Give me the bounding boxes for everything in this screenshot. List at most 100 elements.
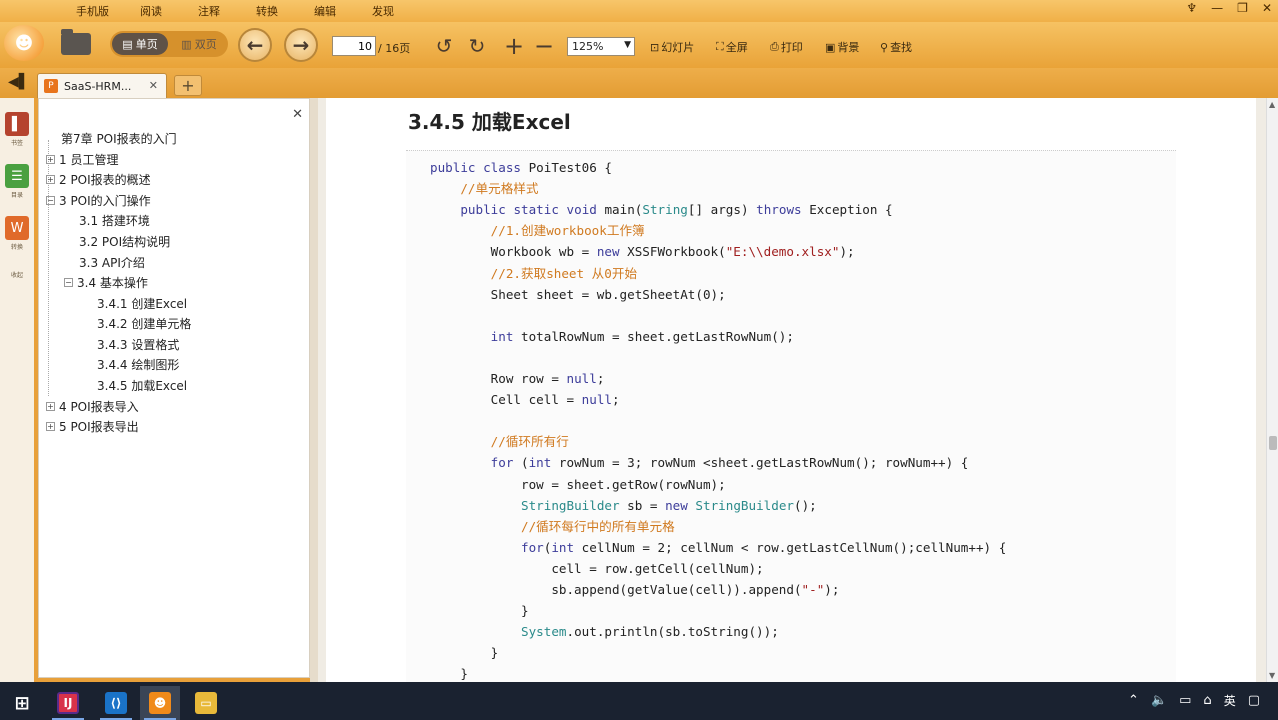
tab-close-icon[interactable]: ✕ (149, 79, 158, 92)
toc-item[interactable]: 3.4.1 创建Excel (97, 296, 187, 312)
battery-icon[interactable]: ▭ (1179, 693, 1191, 708)
tab-bar: ◀▌ P SaaS-HRM... ✕ + (0, 68, 1278, 98)
next-page-button[interactable]: → (284, 28, 318, 62)
fullscreen-button[interactable]: ⛶ 全屏 (716, 39, 748, 55)
expand-icon[interactable]: + (46, 422, 55, 431)
menu-mobile[interactable]: 手机版 (76, 3, 109, 19)
toolbar: ☻ ▤ 单页 ▥ 双页 ← → / 16页 ↺ ↻ + − 125% ▼ ⊡ 幻… (0, 22, 1278, 68)
bookmark-icon: ▌ (5, 112, 29, 136)
sidebar-collapse-label: 收起 (10, 272, 23, 279)
panel-splitter[interactable] (310, 98, 318, 682)
chevron-up-icon[interactable]: ⌃ (1128, 693, 1139, 708)
menu-edit[interactable]: 编辑 (314, 3, 336, 19)
rotate-right-button[interactable]: ↻ (465, 34, 489, 58)
volume-icon[interactable]: 🔈 (1151, 693, 1167, 708)
toc-item[interactable]: +1 员工管理 (46, 152, 118, 168)
document-view[interactable]: 3.4.5 加载Excel public class PoiTest06 { /… (318, 98, 1266, 682)
close-icon[interactable]: ✕ (1262, 1, 1272, 19)
toc-item-label: 1 员工管理 (59, 153, 119, 167)
single-page-button[interactable]: ▤ 单页 (112, 33, 168, 55)
code-line: //循环所有行 (490, 434, 569, 450)
menu-read[interactable]: 阅读 (140, 3, 162, 19)
toc-item-label: 3.3 API介绍 (79, 256, 145, 270)
toc-item[interactable]: 3.2 POI结构说明 (79, 234, 170, 250)
collapse-icon[interactable]: − (46, 196, 55, 205)
collapse-icon[interactable]: − (64, 278, 73, 287)
scrollbar-thumb[interactable] (1269, 436, 1277, 450)
toc-item[interactable]: 3.1 搭建环境 (79, 213, 150, 229)
app-logo-icon[interactable]: ☻ (4, 25, 44, 61)
windows-icon: ⊞ (14, 692, 30, 714)
sidebar-toggle-icon[interactable]: ◀▌ (8, 74, 30, 90)
toc-item[interactable]: 3.4.4 绘制图形 (97, 357, 179, 373)
folder-icon: ▭ (195, 692, 217, 714)
taskbar-file-explorer[interactable]: ▭ (186, 686, 226, 720)
close-icon[interactable]: ✕ (292, 107, 303, 122)
toc-item[interactable]: 3.4.2 创建单元格 (97, 316, 191, 332)
intellij-icon: IJ (57, 692, 79, 714)
toc-item-label: 3.4.1 创建Excel (97, 297, 188, 311)
plus-icon: + (503, 32, 525, 60)
sidebar-bookmark[interactable]: ▌ 书签 (3, 112, 31, 147)
toc-item[interactable]: +2 POI报表的概述 (46, 172, 151, 188)
zoom-in-button[interactable]: + (502, 32, 526, 60)
toc-item-label: 3.4.2 创建单元格 (97, 317, 192, 331)
rotate-left-button[interactable]: ↺ (432, 34, 456, 58)
taskbar-vscode[interactable]: ⟨⟩ (96, 686, 136, 720)
zoom-value: 125% (572, 40, 604, 53)
minimize-icon[interactable]: — (1211, 1, 1223, 19)
open-folder-button[interactable] (58, 29, 94, 58)
menu-discover[interactable]: 发现 (372, 3, 394, 19)
code-line: //循环每行中的所有单元格 (521, 518, 675, 534)
zoom-out-button[interactable]: − (532, 32, 556, 60)
toc-item-label: 第7章 POI报表的入门 (61, 132, 177, 146)
toc-item[interactable]: −3.4 基本操作 (64, 275, 148, 291)
network-icon[interactable]: ⌂ (1203, 693, 1211, 708)
menu-annotate[interactable]: 注释 (198, 3, 220, 19)
minus-icon: − (533, 32, 555, 60)
zoom-select[interactable]: 125% ▼ (567, 37, 635, 56)
sidebar-collapse[interactable]: 收起 (3, 270, 31, 279)
code-line: Cell cell = null; (430, 392, 620, 408)
toc-item[interactable]: +5 POI报表导出 (46, 419, 139, 435)
code-block: public class PoiTest06 { //单元格样式 public … (406, 150, 1176, 682)
menu-convert[interactable]: 转换 (256, 3, 278, 19)
maximize-icon[interactable]: ❐ (1237, 1, 1248, 19)
toc-item[interactable]: 3.4.3 设置格式 (97, 337, 179, 353)
start-button[interactable]: ⊞ (2, 686, 42, 720)
code-line: //1.创建workbook工作簿 (490, 223, 645, 239)
notification-icon[interactable]: ▢ (1248, 693, 1260, 708)
taskbar-intellij[interactable]: IJ (48, 686, 88, 720)
expand-icon[interactable]: + (46, 155, 55, 164)
toc-item[interactable]: −3 POI的入门操作 (46, 193, 151, 209)
toc-item[interactable]: 3.3 API介绍 (79, 255, 145, 271)
code-line: } (430, 666, 468, 682)
find-label: 查找 (890, 41, 913, 54)
code-line: } (430, 645, 499, 661)
find-button[interactable]: ⚲ 查找 (880, 39, 912, 55)
vertical-scrollbar[interactable]: ▲ ▼ (1266, 98, 1278, 682)
toc-item-active[interactable]: 3.4.5 加载Excel (97, 378, 187, 394)
background-button[interactable]: ▣ 背景 (825, 39, 859, 55)
pin-icon[interactable]: ♆ (1186, 1, 1197, 19)
sidebar-outline[interactable]: ☰ 目录 (3, 164, 31, 199)
taskbar-pdf-reader[interactable]: ☻ (140, 686, 180, 720)
expand-icon[interactable]: + (46, 402, 55, 411)
scroll-down-icon[interactable]: ▼ (1269, 671, 1275, 680)
scroll-up-icon[interactable]: ▲ (1269, 100, 1275, 109)
input-language[interactable]: 英 (1224, 692, 1236, 709)
expand-icon[interactable]: + (46, 175, 55, 184)
slideshow-button[interactable]: ⊡ 幻灯片 (650, 39, 694, 55)
new-tab-button[interactable]: + (174, 75, 202, 96)
print-button[interactable]: ⎙ 打印 (770, 39, 803, 55)
code-line: //2.获取sheet 从0开始 (490, 265, 638, 281)
document-tab[interactable]: P SaaS-HRM... ✕ (37, 73, 167, 98)
previous-page-button[interactable]: ← (238, 28, 272, 62)
sidebar-convert[interactable]: W 转换 (3, 216, 31, 251)
arrow-left-icon: ← (246, 33, 264, 57)
double-page-button[interactable]: ▥ 双页 (172, 33, 226, 55)
toc-item[interactable]: +4 POI报表导入 (46, 399, 139, 415)
page-number-input[interactable] (332, 36, 376, 56)
toc-item[interactable]: 第7章 POI报表的入门 (61, 131, 177, 147)
toc-item-label: 3.4.4 绘制图形 (97, 358, 180, 372)
